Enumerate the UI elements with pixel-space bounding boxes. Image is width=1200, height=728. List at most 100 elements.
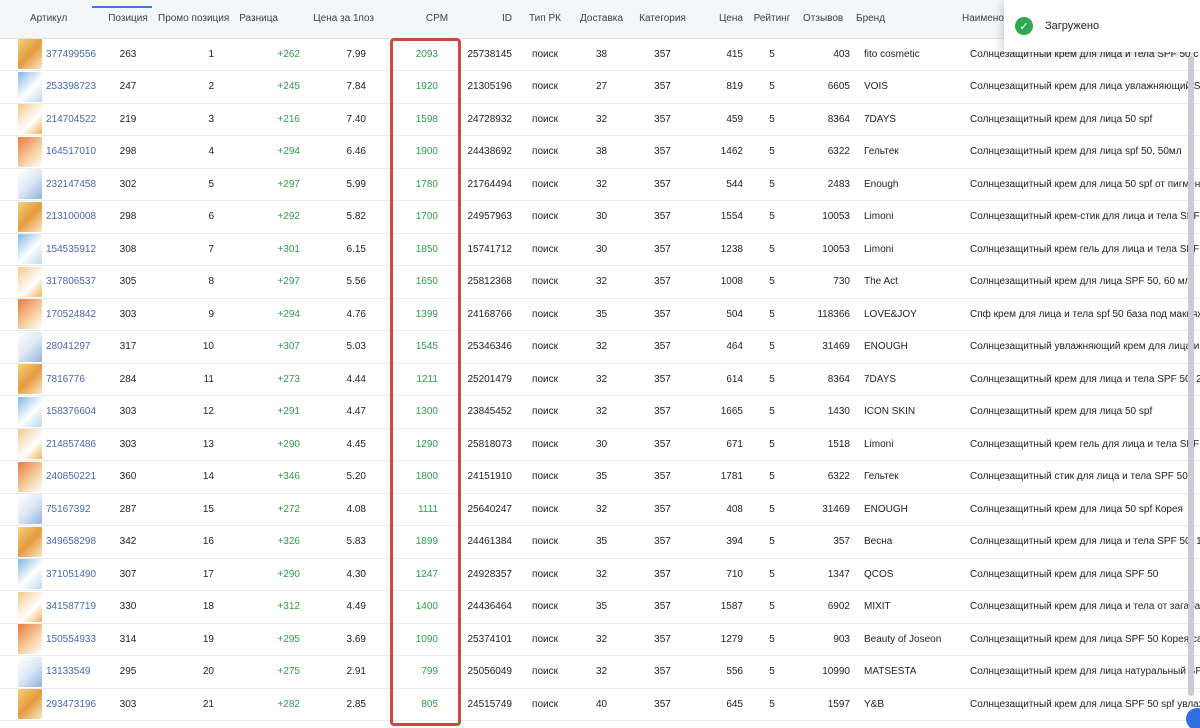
table-row[interactable]: 7816776 284 11 +273 4.44 1211 25201479 поиск 32 3…: [0, 363, 1200, 396]
price-per-position-cell: 7.40: [306, 103, 380, 136]
article-link[interactable]: 13133549: [42, 655, 100, 689]
product-thumbnail-image[interactable]: [18, 591, 42, 622]
article-link[interactable]: 317806537: [42, 265, 100, 299]
column-header-reviews[interactable]: Отзывов: [797, 0, 854, 39]
table-row[interactable]: 214704522 219 3 +216 7.40 1598 24728932 поиск 32…: [0, 103, 1200, 136]
product-thumbnail-image[interactable]: [18, 396, 42, 427]
article-link[interactable]: 164517010: [42, 135, 100, 169]
rating-cell: 5: [747, 70, 797, 104]
article-link[interactable]: 75167392: [42, 493, 100, 526]
product-thumbnail-image[interactable]: [18, 201, 42, 232]
article-link[interactable]: 377499556: [42, 38, 100, 71]
column-header-category[interactable]: Категория: [629, 0, 696, 39]
product-thumbnail-image[interactable]: [18, 494, 42, 525]
vertical-scrollbar[interactable]: [1188, 56, 1194, 696]
article-link[interactable]: 371051490: [42, 558, 100, 591]
position-cell: 302: [100, 168, 156, 201]
promo-position-cell: 1: [156, 38, 236, 71]
article-link[interactable]: 293473196: [42, 688, 100, 721]
article-link[interactable]: 158376604: [42, 395, 100, 429]
product-thumbnail-image[interactable]: [18, 71, 42, 102]
table-row[interactable]: 154535912 308 7 +301 6.15 1850 15741712 поиск 30…: [0, 233, 1200, 266]
article-link[interactable]: 28041297: [42, 330, 100, 364]
column-header-article[interactable]: Артикул: [0, 0, 100, 39]
promo-position-cell: 7: [156, 233, 236, 266]
reviews-cell: 31469: [797, 330, 854, 364]
table-row[interactable]: 317806537 305 8 +297 5.56 1650 25812368 поиск 32…: [0, 265, 1200, 299]
column-header-price[interactable]: Цена: [696, 0, 747, 39]
table-row[interactable]: 371051490 307 17 +290 4.30 1247 24928357 поиск 3…: [0, 558, 1200, 591]
table-row[interactable]: 341587719 330 18 +312 4.49 1400 24436464 поиск 3…: [0, 590, 1200, 624]
brand-cell: MIXIT: [854, 590, 958, 624]
price-cell: 1781: [696, 460, 747, 494]
column-header-campaign-type[interactable]: Тип РК: [516, 0, 574, 39]
table-row[interactable]: 28041297 317 10 +307 5.03 1545 25346346 поиск 32…: [0, 330, 1200, 364]
product-thumbnail-image[interactable]: [18, 559, 42, 590]
promo-position-cell: 4: [156, 135, 236, 169]
table-row[interactable]: 158376604 303 12 +291 4.47 1300 23845452 поиск 3…: [0, 395, 1200, 429]
column-header-rating[interactable]: Рейтинг: [747, 0, 797, 39]
product-thumbnail-image[interactable]: [18, 461, 42, 492]
product-thumbnail-image[interactable]: [18, 429, 42, 460]
table-row[interactable]: 293473196 303 21 +282 2.85 805 24515749 поиск 40…: [0, 688, 1200, 721]
product-thumbnail-image[interactable]: [18, 331, 42, 362]
article-link[interactable]: 213100008: [42, 200, 100, 234]
table-row[interactable]: 253398723 247 2 +245 7.84 1920 21305196 поиск 27…: [0, 70, 1200, 104]
column-header-delivery[interactable]: Доставка: [574, 0, 629, 39]
column-header-cpm[interactable]: CPM: [390, 0, 484, 38]
rating-cell: 5: [747, 558, 797, 591]
table-row[interactable]: 349658298 342 16 +326 5.83 1899 24461384 поиск 3…: [0, 525, 1200, 559]
table-row[interactable]: 150554933 314 19 +295 3.69 1090 25374101 поиск 3…: [0, 623, 1200, 656]
table-row[interactable]: 75167392 287 15 +272 4.08 1111 25640247 поиск 32…: [0, 493, 1200, 526]
table-row[interactable]: 214857486 303 13 +290 4.45 1290 25818073 поиск 3…: [0, 428, 1200, 461]
article-link[interactable]: 150554933: [42, 623, 100, 656]
product-name-cell: Солнцезащитный стик для лица и тела SPF …: [958, 460, 1200, 494]
product-thumbnail-image[interactable]: [18, 299, 42, 330]
table-row[interactable]: 232147458 302 5 +297 5.99 1780 21764494 поиск 32…: [0, 168, 1200, 201]
product-thumbnail: [0, 395, 42, 429]
column-header-price-per-position[interactable]: Цена за 1поз: [306, 0, 380, 39]
article-link[interactable]: 170524842: [42, 298, 100, 331]
product-thumbnail-image[interactable]: [18, 656, 42, 687]
product-thumbnail-image[interactable]: [18, 169, 42, 200]
product-thumbnail-image[interactable]: [18, 689, 42, 720]
price-cell: 408: [696, 493, 747, 526]
product-thumbnail-image[interactable]: [18, 364, 42, 395]
product-thumbnail-image[interactable]: [18, 104, 42, 135]
column-header-difference[interactable]: Разница: [236, 0, 306, 39]
floating-action-button[interactable]: [1186, 708, 1200, 728]
article-link[interactable]: 341587719: [42, 590, 100, 624]
table-row[interactable]: 240850221 360 14 +346 5.20 1800 24151910 поиск 3…: [0, 460, 1200, 494]
article-link[interactable]: 349658298: [42, 525, 100, 559]
article-link[interactable]: 7816776: [42, 363, 100, 396]
column-header-brand[interactable]: Бренд: [854, 0, 958, 39]
campaign-type-cell: поиск: [516, 168, 574, 201]
id-cell: 25640247: [452, 493, 516, 526]
product-thumbnail-image[interactable]: [18, 39, 42, 70]
id-cell: 24515749: [452, 688, 516, 721]
table-row[interactable]: 170524842 303 9 +294 4.76 1399 24168766 поиск 35…: [0, 298, 1200, 331]
product-thumbnail-image[interactable]: [18, 136, 42, 167]
table-row[interactable]: 164517010 298 4 +294 6.46 1900 24438692 поиск 38…: [0, 135, 1200, 169]
reviews-cell: 1430: [797, 395, 854, 429]
article-link[interactable]: 232147458: [42, 168, 100, 201]
table-row[interactable]: 13133549 295 20 +275 2.91 799 25056049 поиск 32 3…: [0, 655, 1200, 689]
table-row[interactable]: 213100008 298 6 +292 5.82 1700 24957963 поиск 30…: [0, 200, 1200, 234]
column-header-promo-position[interactable]: Промо позиция: [156, 0, 236, 39]
article-link[interactable]: 253398723: [42, 70, 100, 104]
article-link[interactable]: 240850221: [42, 460, 100, 494]
product-thumbnail-image[interactable]: [18, 624, 42, 655]
product-thumbnail-image[interactable]: [18, 234, 42, 265]
brand-cell: Гельтек: [854, 460, 958, 494]
cpm-cell: 1780: [380, 168, 452, 201]
product-thumbnail: [0, 168, 42, 201]
article-link[interactable]: 214704522: [42, 103, 100, 136]
promo-position-cell: 6: [156, 200, 236, 234]
product-thumbnail-image[interactable]: [18, 266, 42, 297]
product-thumbnail-image[interactable]: [18, 526, 42, 557]
product-name-cell: Солнцезащитный крем для лица и тела SPF …: [958, 363, 1200, 396]
promo-position-cell: 15: [156, 493, 236, 526]
article-link[interactable]: 154535912: [42, 233, 100, 266]
article-link[interactable]: 214857486: [42, 428, 100, 461]
brand-cell: Весна: [854, 525, 958, 559]
